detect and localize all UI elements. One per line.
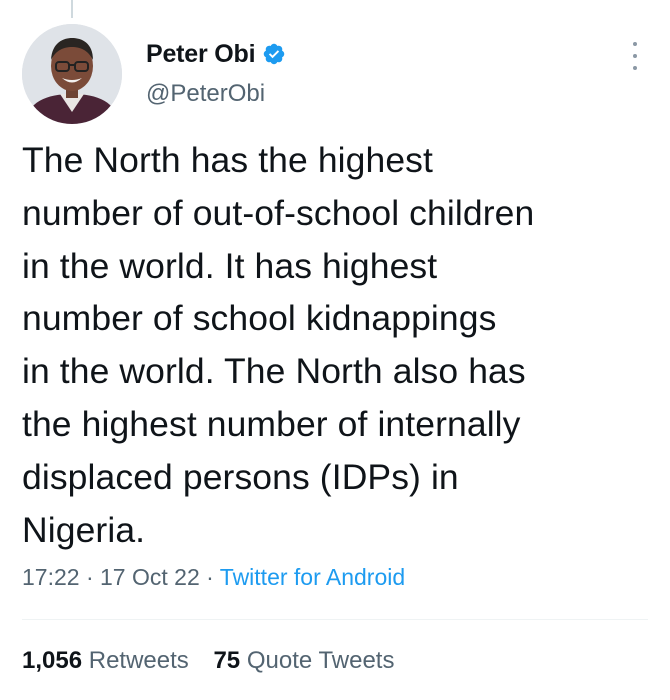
verified-badge-icon — [262, 42, 286, 66]
quote-tweets-count: 75 — [213, 647, 241, 674]
quote-tweets-label: Quote Tweets — [246, 647, 395, 674]
separator: · — [206, 564, 214, 590]
quote-tweets-stat[interactable]: 75 Quote Tweets — [213, 647, 394, 675]
tweet-metadata: 17:22 · 17 Oct 22 · Twitter for Android — [22, 564, 405, 591]
author-names: Peter Obi @PeterObi — [146, 38, 286, 108]
tweet-text-line: Nigeria. — [22, 509, 146, 550]
tweet-text-line: The North has the highest — [22, 140, 433, 180]
author-display-name[interactable]: Peter Obi — [146, 40, 256, 69]
thread-connector-line — [71, 0, 73, 18]
more-options-icon[interactable] — [630, 42, 640, 70]
tweet-header: Peter Obi @PeterObi — [22, 24, 648, 124]
tweet-source-link[interactable]: Twitter for Android — [220, 564, 405, 590]
avatar[interactable] — [22, 24, 122, 124]
tweet-text-line: number of out-of-school children — [22, 192, 535, 233]
retweets-label: Retweets — [88, 647, 189, 674]
tweet-text-line: in the world. It has highest — [22, 245, 438, 286]
tweet-text-line: the highest number of internally — [22, 403, 521, 444]
tweet-text-line: displaced persons (IDPs) in — [22, 456, 459, 497]
tweet-text-line: in the world. The North also has — [22, 351, 526, 392]
tweet-text: The North has the highest number of out-o… — [22, 134, 652, 556]
retweets-count: 1,056 — [22, 647, 83, 674]
retweets-stat[interactable]: 1,056 Retweets — [22, 647, 189, 675]
avatar-image — [22, 24, 122, 124]
tweet-stats: 1,056 Retweets 75 Quote Tweets — [22, 647, 412, 675]
tweet-time[interactable]: 17:22 — [22, 564, 80, 590]
divider — [22, 619, 648, 620]
tweet-date[interactable]: 17 Oct 22 — [100, 564, 200, 590]
tweet-text-line: number of school kidnappings — [22, 298, 497, 339]
author-handle[interactable]: @PeterObi — [146, 80, 286, 108]
separator: · — [85, 564, 94, 590]
